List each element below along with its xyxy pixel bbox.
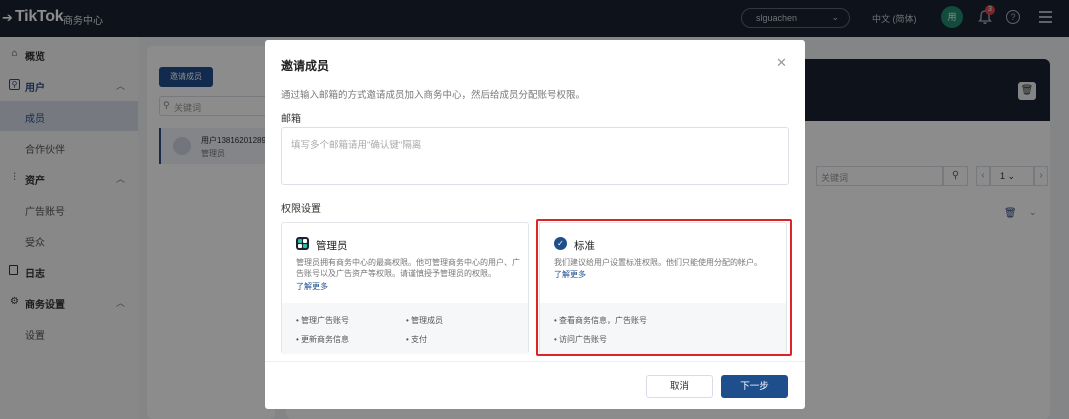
permission-label: 权限设置 [281, 204, 321, 215]
dialog-description: 通过输入邮箱的方式邀请成员加入商务中心，然后给成员分配账号权限。 [281, 90, 586, 101]
admin-icon [296, 237, 309, 250]
cancel-button[interactable]: 取消 [646, 375, 713, 398]
admin-role-card[interactable]: 管理员 管理员拥有商务中心的最高权限。他可管理商务中心的用户、广告账号以及广告资… [281, 222, 529, 354]
learn-more-link[interactable]: 了解更多 [296, 281, 328, 292]
role-title: 管理员 [316, 240, 348, 252]
permission-item: • 更新商务信息 [296, 335, 350, 344]
selection-highlight [536, 219, 792, 356]
permission-item: • 管理广告账号 [296, 316, 350, 325]
email-field[interactable]: 填写多个邮箱请用"确认键"隔离 [281, 127, 789, 185]
permission-item: • 支付 [406, 335, 428, 344]
next-step-button[interactable]: 下一步 [721, 375, 788, 398]
role-permissions: • 管理广告账号 • 管理成员 • 更新商务信息 • 支付 [282, 303, 528, 354]
role-description: 管理员拥有商务中心的最高权限。他可管理商务中心的用户、广告账号以及广告资产等权限… [296, 258, 520, 278]
permission-item: • 管理成员 [406, 316, 444, 325]
close-icon[interactable]: ✕ [776, 55, 787, 71]
dialog-title: 邀请成员 [281, 59, 330, 73]
email-label: 邮箱 [281, 114, 301, 125]
